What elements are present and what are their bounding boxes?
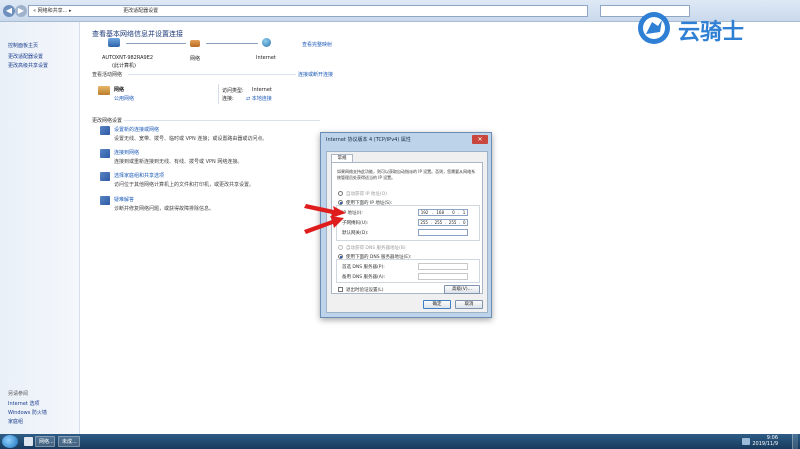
mask-octet: 255 — [420, 220, 428, 225]
active-networks-heading: 查看活动网络 — [92, 72, 123, 78]
local-connection-text: 本地连接 — [251, 96, 272, 102]
troubleshoot-icon — [100, 196, 110, 205]
taskbar: 网络... 未成... 9:06 2019/11/9 — [0, 434, 800, 449]
auto-ip-label: 自动获得 IP 地址(O) — [346, 192, 387, 197]
arrow-to-mask — [304, 216, 344, 234]
mask-octet: 255 — [448, 220, 457, 225]
ip-octet: 1 — [462, 210, 466, 215]
preferred-dns-input[interactable] — [418, 263, 468, 270]
globe-icon — [262, 38, 271, 47]
task-new-connection[interactable]: 设置新的连接或网络 — [114, 126, 159, 133]
see-also-homegroup[interactable]: 家庭组 — [8, 418, 23, 425]
see-also-internet-options[interactable]: Internet 选项 — [8, 400, 39, 407]
knight-logo-icon — [638, 12, 670, 44]
see-also-heading: 另请参阅 — [8, 391, 29, 397]
map-computer-name: AUTOXNT-982RA9E2 — [102, 55, 154, 61]
address-path: « 网络和共享... ▸ — [33, 8, 72, 14]
arrow-to-ip — [304, 204, 346, 218]
ok-button[interactable]: 确定 — [423, 300, 451, 309]
address-bar[interactable]: « 网络和共享... ▸ 更改适配器设置 — [28, 5, 588, 17]
see-also-firewall[interactable]: Windows 防火墙 — [8, 409, 47, 416]
preferred-dns-label: 首选 DNS 服务器(P): — [342, 265, 385, 270]
page-title: 查看基本网络信息并设置连接 — [92, 30, 183, 38]
map-internet-label: Internet — [256, 55, 276, 61]
task-connect-network[interactable]: 连接到网络 — [114, 149, 139, 156]
divider — [124, 120, 320, 121]
watermark-text: 云骑士 — [678, 20, 745, 45]
ip-octet: 168 — [436, 210, 445, 215]
divider — [218, 84, 219, 104]
dialog-body: 常规 如果网络支持此功能，则可以获取自动指派的 IP 设置。否则，您需要从网络系… — [326, 151, 488, 313]
connect-disconnect-link[interactable]: 连接或断开连接 — [298, 71, 333, 78]
connect-network-icon — [100, 149, 110, 158]
task-desc: 连接到或重新连接到无线、有线、拨号或 VPN 网络连接。 — [114, 159, 243, 165]
change-settings-heading: 更改网络设置 — [92, 118, 123, 124]
alternate-dns-input[interactable] — [418, 273, 468, 280]
forward-button[interactable]: ▶ — [15, 5, 27, 17]
connections-label: 连接: — [222, 96, 234, 102]
access-type-label: 访问类型: — [222, 88, 244, 94]
map-connector — [206, 43, 258, 44]
dialog-intro: 如果网络支持此功能，则可以获取自动指派的 IP 设置。否则，您需要从网络系统管理… — [337, 169, 476, 180]
active-network-name: 网络 — [114, 87, 125, 93]
local-connection-link[interactable]: ⇄ 本地连接 — [246, 95, 272, 102]
back-button[interactable]: ◀ — [3, 5, 15, 17]
auto-dns-label: 自动获得 DNS 服务器地址(B) — [346, 246, 406, 251]
validate-checkbox[interactable] — [338, 287, 343, 292]
access-type-value: Internet — [252, 87, 272, 93]
map-computer-sub: (此计算机) — [112, 63, 136, 69]
tray-network-icon[interactable] — [742, 438, 750, 445]
new-connection-icon — [100, 126, 110, 135]
general-tab-panel: 如果网络支持此功能，则可以获取自动指派的 IP 设置。否则，您需要从网络系统管理… — [331, 162, 483, 294]
sidebar-item-advanced-sharing[interactable]: 更改高级共享设置 — [8, 62, 48, 69]
close-button[interactable]: ✕ — [472, 135, 488, 144]
homegroup-icon — [100, 172, 110, 181]
alternate-dns-label: 备用 DNS 服务器(A): — [342, 275, 386, 280]
taskbar-item-untitled[interactable]: 未成... — [58, 436, 80, 447]
task-desc: 设置无线、宽带、拨号、临时或 VPN 连接；或设置路由器或访问点。 — [114, 136, 268, 142]
show-desktop-button[interactable] — [792, 434, 798, 449]
taskbar-item-network[interactable]: 网络... — [35, 436, 55, 447]
task-desc: 诊断并修复网络问题，或获得故障排除信息。 — [114, 206, 215, 212]
map-network-label: 网络 — [190, 56, 201, 62]
tab-general[interactable]: 常规 — [331, 154, 353, 162]
divider — [128, 74, 296, 75]
task-troubleshoot[interactable]: 疑难解答 — [114, 196, 134, 203]
advanced-button[interactable]: 高级(V)... — [444, 285, 480, 294]
computer-icon — [108, 38, 120, 47]
arrow-annotation — [304, 204, 346, 234]
auto-dns-radio[interactable] — [338, 245, 343, 250]
mask-octet: 255 — [434, 220, 443, 225]
explorer-icon[interactable] — [24, 437, 33, 446]
public-network-icon — [98, 86, 110, 95]
address-breadcrumb-tail: 更改适配器设置 — [123, 8, 159, 14]
sidebar-item-adapter-settings[interactable]: 更改适配器设置 — [8, 53, 43, 60]
sidebar-item-home[interactable]: 控制面板主页 — [8, 42, 38, 49]
task-desc: 访问位于其他网络计算机上的文件和打印机，或更改共享设置。 — [114, 182, 255, 188]
map-connector — [126, 43, 186, 44]
ip-octet: 0 — [452, 210, 455, 215]
gateway-input[interactable] — [418, 229, 468, 236]
mask-octet: 0 — [463, 220, 466, 225]
cancel-button[interactable]: 取消 — [455, 300, 483, 309]
network-icon — [190, 40, 200, 47]
network-type-link[interactable]: 公用网络 — [114, 95, 134, 102]
validate-label: 退出时验证设置(L) — [346, 288, 384, 293]
subnet-mask-input[interactable]: 255. 255. 255. 0 — [418, 219, 468, 226]
start-button[interactable] — [2, 435, 18, 448]
view-full-map-link[interactable]: 查看完整映射 — [302, 41, 332, 48]
ip-address-input[interactable]: 192. 168. 0. 1 — [418, 209, 468, 216]
clock[interactable]: 9:06 2019/11/9 — [752, 435, 778, 447]
task-homegroup[interactable]: 选择家庭组和共享选项 — [114, 172, 164, 179]
ip-octet: 192 — [420, 210, 429, 215]
dialog-title: Internet 协议版本 4 (TCP/IPv4) 属性 — [326, 137, 411, 143]
left-pane: 控制面板主页 更改适配器设置 更改高级共享设置 另请参阅 Internet 选项… — [0, 22, 80, 434]
clock-date: 2019/11/9 — [752, 441, 778, 447]
watermark: 云骑士 — [636, 8, 796, 48]
